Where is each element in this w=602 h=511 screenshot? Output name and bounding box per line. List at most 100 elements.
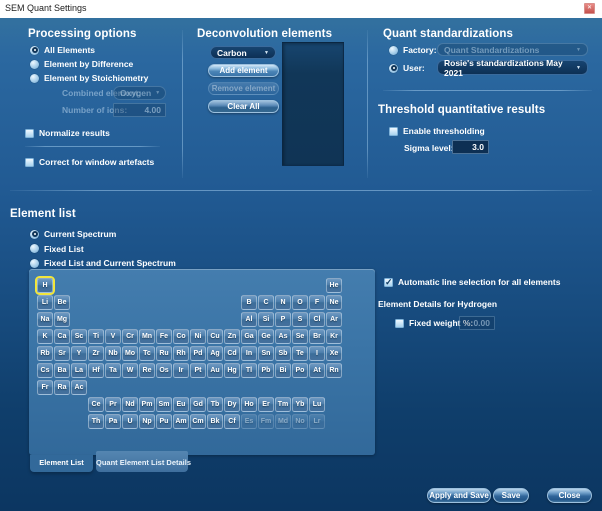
element-Tc[interactable]: Tc bbox=[139, 346, 155, 361]
element-H[interactable]: H bbox=[37, 278, 53, 293]
element-Cu[interactable]: Cu bbox=[207, 329, 223, 344]
fixed-weight-checkbox[interactable] bbox=[395, 319, 404, 328]
element-Cl[interactable]: Cl bbox=[309, 312, 325, 327]
tab-element-list[interactable]: Element List bbox=[30, 455, 93, 472]
element-F[interactable]: F bbox=[309, 295, 325, 310]
element-Ag[interactable]: Ag bbox=[207, 346, 223, 361]
element-I[interactable]: I bbox=[309, 346, 325, 361]
radio-fixed-list[interactable] bbox=[30, 244, 39, 253]
element-Cm[interactable]: Cm bbox=[190, 414, 206, 429]
element-Sm[interactable]: Sm bbox=[156, 397, 172, 412]
element-Ho[interactable]: Ho bbox=[241, 397, 257, 412]
element-He[interactable]: He bbox=[326, 278, 342, 293]
element-Po[interactable]: Po bbox=[292, 363, 308, 378]
element-O[interactable]: O bbox=[292, 295, 308, 310]
element-Te[interactable]: Te bbox=[292, 346, 308, 361]
element-Lu[interactable]: Lu bbox=[309, 397, 325, 412]
combined-element-dropdown[interactable]: Oxygen ▼ bbox=[113, 86, 166, 100]
element-Se[interactable]: Se bbox=[292, 329, 308, 344]
factory-standardizations-dropdown[interactable]: Quant Standardizations ▼ bbox=[437, 43, 588, 56]
radio-current-spectrum[interactable] bbox=[30, 230, 39, 239]
element-Pd[interactable]: Pd bbox=[190, 346, 206, 361]
element-Hg[interactable]: Hg bbox=[224, 363, 240, 378]
apply-and-save-button[interactable]: Apply and Save bbox=[427, 488, 491, 503]
element-Fe[interactable]: Fe bbox=[156, 329, 172, 344]
element-B[interactable]: B bbox=[241, 295, 257, 310]
element-Pa[interactable]: Pa bbox=[105, 414, 121, 429]
element-Fr[interactable]: Fr bbox=[37, 380, 53, 395]
element-Er[interactable]: Er bbox=[258, 397, 274, 412]
element-Na[interactable]: Na bbox=[37, 312, 53, 327]
element-Rh[interactable]: Rh bbox=[173, 346, 189, 361]
element-Xe[interactable]: Xe bbox=[326, 346, 342, 361]
element-Os[interactable]: Os bbox=[156, 363, 172, 378]
element-Bk[interactable]: Bk bbox=[207, 414, 223, 429]
element-Ta[interactable]: Ta bbox=[105, 363, 121, 378]
element-Al[interactable]: Al bbox=[241, 312, 257, 327]
element-No[interactable]: No bbox=[292, 414, 308, 429]
fixed-weight-input[interactable]: 0.00 bbox=[459, 316, 495, 330]
element-S[interactable]: S bbox=[292, 312, 308, 327]
element-Ni[interactable]: Ni bbox=[190, 329, 206, 344]
element-In[interactable]: In bbox=[241, 346, 257, 361]
save-button[interactable]: Save bbox=[493, 488, 529, 503]
element-Pm[interactable]: Pm bbox=[139, 397, 155, 412]
element-Li[interactable]: Li bbox=[37, 295, 53, 310]
add-element-button[interactable]: Add element bbox=[208, 64, 279, 77]
element-Md[interactable]: Md bbox=[275, 414, 291, 429]
element-Ti[interactable]: Ti bbox=[88, 329, 104, 344]
element-Yb[interactable]: Yb bbox=[292, 397, 308, 412]
element-Kr[interactable]: Kr bbox=[326, 329, 342, 344]
element-Np[interactable]: Np bbox=[139, 414, 155, 429]
element-Sc[interactable]: Sc bbox=[71, 329, 87, 344]
element-Ra[interactable]: Ra bbox=[54, 380, 70, 395]
element-C[interactable]: C bbox=[258, 295, 274, 310]
element-Ac[interactable]: Ac bbox=[71, 380, 87, 395]
element-Ir[interactable]: Ir bbox=[173, 363, 189, 378]
element-Pb[interactable]: Pb bbox=[258, 363, 274, 378]
element-Tl[interactable]: Tl bbox=[241, 363, 257, 378]
radio-element-by-difference[interactable] bbox=[30, 60, 39, 69]
factory-radio[interactable] bbox=[389, 46, 398, 55]
element-Hf[interactable]: Hf bbox=[88, 363, 104, 378]
radio-element-by-stoichiometry[interactable] bbox=[30, 74, 39, 83]
element-Sr[interactable]: Sr bbox=[54, 346, 70, 361]
element-Lr[interactable]: Lr bbox=[309, 414, 325, 429]
clear-all-button[interactable]: Clear All bbox=[208, 100, 279, 113]
element-P[interactable]: P bbox=[275, 312, 291, 327]
auto-line-selection-checkbox[interactable] bbox=[384, 278, 393, 287]
element-Ru[interactable]: Ru bbox=[156, 346, 172, 361]
element-Bi[interactable]: Bi bbox=[275, 363, 291, 378]
deconvolution-element-dropdown[interactable]: Carbon ▼ bbox=[210, 46, 276, 59]
sigma-level-input[interactable]: 3.0 bbox=[452, 140, 489, 154]
element-Ca[interactable]: Ca bbox=[54, 329, 70, 344]
element-W[interactable]: W bbox=[122, 363, 138, 378]
window-artefacts-checkbox[interactable] bbox=[25, 158, 34, 167]
element-U[interactable]: U bbox=[122, 414, 138, 429]
element-Be[interactable]: Be bbox=[54, 295, 70, 310]
element-Cf[interactable]: Cf bbox=[224, 414, 240, 429]
remove-element-button[interactable]: Remove element bbox=[208, 82, 279, 95]
close-button[interactable]: Close bbox=[547, 488, 592, 503]
element-Co[interactable]: Co bbox=[173, 329, 189, 344]
element-N[interactable]: N bbox=[275, 295, 291, 310]
element-Es[interactable]: Es bbox=[241, 414, 257, 429]
element-Cr[interactable]: Cr bbox=[122, 329, 138, 344]
element-Mg[interactable]: Mg bbox=[54, 312, 70, 327]
element-Sn[interactable]: Sn bbox=[258, 346, 274, 361]
element-Pt[interactable]: Pt bbox=[190, 363, 206, 378]
enable-thresholding-checkbox[interactable] bbox=[389, 127, 398, 136]
radio-fixed-list-and-current-spectrum[interactable] bbox=[30, 259, 39, 268]
number-of-ions-input[interactable]: 4.00 bbox=[113, 103, 166, 117]
element-Au[interactable]: Au bbox=[207, 363, 223, 378]
element-Ar[interactable]: Ar bbox=[326, 312, 342, 327]
element-Zn[interactable]: Zn bbox=[224, 329, 240, 344]
element-Re[interactable]: Re bbox=[139, 363, 155, 378]
tab-quant-element-list-details[interactable]: Quant Element List Details bbox=[96, 451, 188, 472]
element-La[interactable]: La bbox=[71, 363, 87, 378]
element-At[interactable]: At bbox=[309, 363, 325, 378]
element-Y[interactable]: Y bbox=[71, 346, 87, 361]
element-Th[interactable]: Th bbox=[88, 414, 104, 429]
element-Pr[interactable]: Pr bbox=[105, 397, 121, 412]
element-Br[interactable]: Br bbox=[309, 329, 325, 344]
